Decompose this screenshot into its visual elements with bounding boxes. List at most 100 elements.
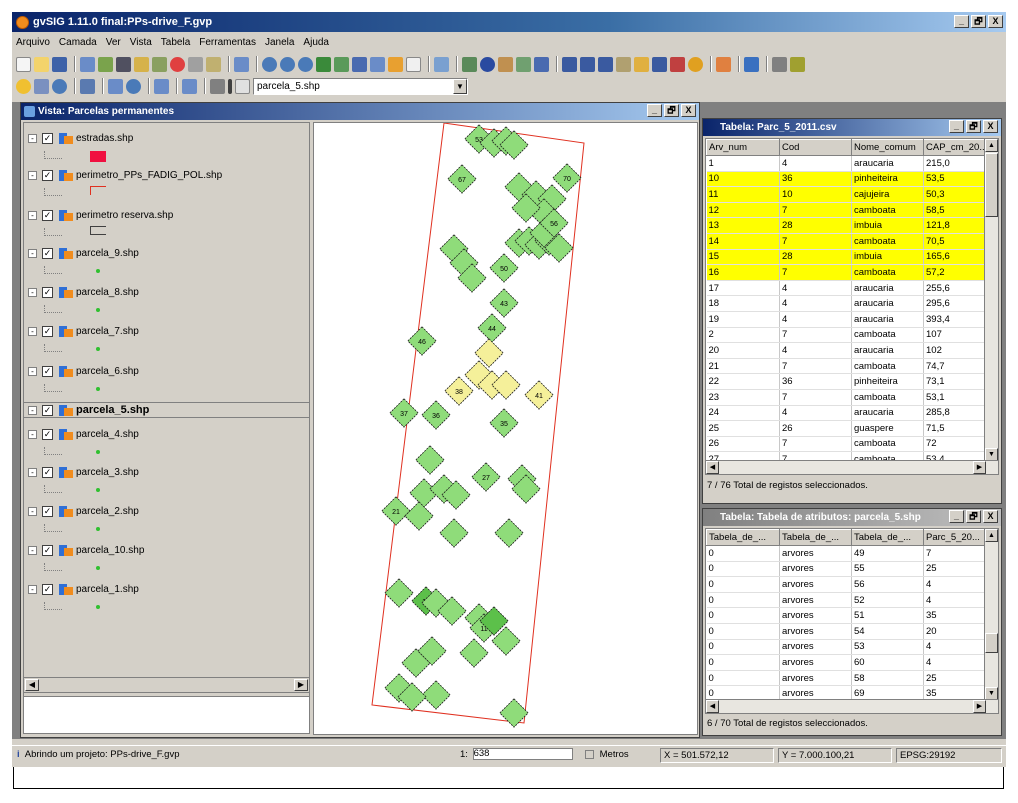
- tree-marker[interactable]: 38: [444, 376, 474, 406]
- scroll-thumb[interactable]: [985, 633, 998, 653]
- pan-tool-icon[interactable]: [134, 56, 149, 72]
- scroll-right-icon[interactable]: ▶: [973, 461, 986, 474]
- query-icon[interactable]: [434, 56, 449, 72]
- layer-row[interactable]: - ✓ parcela_7.shp: [24, 323, 139, 339]
- layer-row[interactable]: - ✓ perimetro reserva.shp: [24, 207, 173, 223]
- minimize-button[interactable]: _: [954, 15, 969, 28]
- layer-row[interactable]: - ✓ estradas.shp: [24, 130, 133, 146]
- overview-icon[interactable]: [80, 78, 95, 94]
- app-titlebar[interactable]: gvSIG 1.11.0 final:PPs-drive_F.gvp _ 🗗 X: [12, 12, 1006, 32]
- select-circle-icon[interactable]: [688, 56, 703, 72]
- table-row[interactable]: 23 7 camboata 53,1: [706, 389, 987, 406]
- table-row[interactable]: 18 4 araucaria 295,6: [706, 295, 987, 312]
- table-row[interactable]: 0 arvores 51 35: [706, 607, 987, 624]
- table2-close-button[interactable]: X: [983, 510, 998, 523]
- highlight-icon[interactable]: [16, 78, 31, 94]
- table2-titlebar[interactable]: Tabela: Tabela de atributos: parcela_5.s…: [703, 509, 1001, 526]
- scroll-left-icon[interactable]: ◀: [706, 461, 719, 474]
- select-all-icon[interactable]: [634, 56, 649, 72]
- tree-marker[interactable]: [439, 518, 469, 548]
- menu-ver[interactable]: Ver: [106, 37, 121, 48]
- table-row[interactable]: 12 7 camboata 58,5: [706, 202, 987, 219]
- menu-vista[interactable]: Vista: [130, 37, 152, 48]
- menu-camada[interactable]: Camada: [59, 37, 97, 48]
- view-maximize-button[interactable]: 🗗: [664, 104, 679, 117]
- table-row[interactable]: 17 4 araucaria 255,6: [706, 280, 987, 297]
- table1-close-button[interactable]: X: [983, 120, 998, 133]
- table-row[interactable]: 21 7 camboata 74,7: [706, 358, 987, 375]
- table-row[interactable]: 19 4 araucaria 393,4: [706, 311, 987, 328]
- table-row[interactable]: 22 36 pinheiteira 73,1: [706, 373, 987, 390]
- table1-minimize-button[interactable]: _: [949, 120, 964, 133]
- tree-marker[interactable]: [384, 578, 414, 608]
- layer-visibility-checkbox[interactable]: ✓: [42, 544, 53, 556]
- expand-toggle-icon[interactable]: -: [28, 133, 37, 143]
- units-field[interactable]: Metros: [582, 748, 652, 763]
- scroll-right-icon[interactable]: ▶: [294, 679, 308, 691]
- tree-marker[interactable]: 37: [389, 398, 419, 428]
- menu-tabela[interactable]: Tabela: [161, 37, 190, 48]
- column-header[interactable]: Nome_comum: [851, 139, 924, 156]
- tree-marker[interactable]: [459, 638, 489, 668]
- zoom-in-icon[interactable]: [262, 56, 277, 72]
- tree-marker[interactable]: 35: [489, 408, 519, 438]
- maximize-button[interactable]: 🗗: [971, 15, 986, 28]
- view-minimize-button[interactable]: _: [647, 104, 662, 117]
- table-row[interactable]: 14 7 camboata 70,5: [706, 233, 987, 250]
- layer-visibility-checkbox[interactable]: ✓: [42, 169, 53, 181]
- expand-toggle-icon[interactable]: -: [28, 326, 37, 336]
- select-by-rect-icon[interactable]: [580, 56, 595, 72]
- tree-marker[interactable]: 41: [524, 380, 554, 410]
- edit-icon[interactable]: [206, 56, 221, 72]
- table2-vscroll[interactable]: ▲ ▼: [984, 529, 998, 700]
- layer-visibility-checkbox[interactable]: ✓: [42, 247, 53, 259]
- tree-marker[interactable]: 36: [421, 400, 451, 430]
- expand-toggle-icon[interactable]: -: [28, 545, 37, 555]
- layer-row[interactable]: - ✓ parcela_5.shp: [24, 402, 309, 418]
- table-row[interactable]: 0 arvores 52 4: [706, 592, 987, 609]
- layer-visibility-checkbox[interactable]: ✓: [42, 209, 53, 221]
- layer-row[interactable]: - ✓ parcela_9.shp: [24, 245, 139, 261]
- select-by-layer-icon[interactable]: [616, 56, 631, 72]
- pan-hand-icon[interactable]: [406, 56, 421, 72]
- scroll-up-icon[interactable]: ▲: [985, 139, 998, 152]
- layer-row[interactable]: - ✓ parcela_8.shp: [24, 284, 139, 300]
- table1-hscroll[interactable]: ◀ ▶: [706, 460, 998, 474]
- table-row[interactable]: 16 7 camboata 57,2: [706, 264, 987, 281]
- layer-row[interactable]: - ✓ parcela_1.shp: [24, 581, 139, 597]
- print-icon[interactable]: [116, 56, 131, 72]
- tools-icon[interactable]: [790, 56, 805, 72]
- measure-icon[interactable]: [188, 56, 203, 72]
- scale-input[interactable]: 638: [472, 748, 573, 761]
- expand-toggle-icon[interactable]: -: [28, 248, 37, 258]
- table-icon[interactable]: [744, 56, 759, 72]
- tree-marker[interactable]: 21: [381, 496, 411, 526]
- scroll-left-icon[interactable]: ◀: [706, 700, 719, 713]
- expand-toggle-icon[interactable]: -: [28, 405, 37, 415]
- expand-toggle-icon[interactable]: -: [28, 170, 37, 180]
- save-project-icon[interactable]: [52, 56, 67, 72]
- table1-grid[interactable]: Arv_num Cod Nome_comum CAP_cm_20... 1 4 arauc…: [705, 138, 999, 475]
- expand-toggle-icon[interactable]: -: [28, 366, 37, 376]
- scroll-thumb[interactable]: [985, 153, 998, 217]
- layer-visibility-checkbox[interactable]: ✓: [42, 583, 53, 595]
- layer-row[interactable]: - ✓ parcela_2.shp: [24, 503, 139, 519]
- table-row[interactable]: 13 28 imbuia 121,8: [706, 217, 987, 234]
- tree-marker[interactable]: [421, 680, 451, 710]
- table-row[interactable]: 0 arvores 55 25: [706, 561, 987, 578]
- export-icon[interactable]: [154, 78, 169, 94]
- tree-marker[interactable]: [494, 518, 524, 548]
- layer-row[interactable]: - ✓ parcela_6.shp: [24, 363, 139, 379]
- clear-selection-icon[interactable]: [670, 56, 685, 72]
- chevron-down-icon[interactable]: ▼: [453, 78, 467, 94]
- scroll-left-icon[interactable]: ◀: [25, 679, 39, 691]
- table1-maximize-button[interactable]: 🗗: [966, 120, 981, 133]
- table-row[interactable]: 2 7 camboata 107: [706, 327, 987, 344]
- scroll-right-icon[interactable]: ▶: [973, 700, 986, 713]
- table2-minimize-button[interactable]: _: [949, 510, 964, 523]
- graphics-icon[interactable]: [516, 56, 531, 72]
- layer-visibility-checkbox[interactable]: ✓: [42, 428, 53, 440]
- table-row[interactable]: 11 10 cajujeira 50,3: [706, 186, 987, 203]
- import-icon[interactable]: [182, 78, 197, 94]
- table-row[interactable]: 0 arvores 53 4: [706, 639, 987, 656]
